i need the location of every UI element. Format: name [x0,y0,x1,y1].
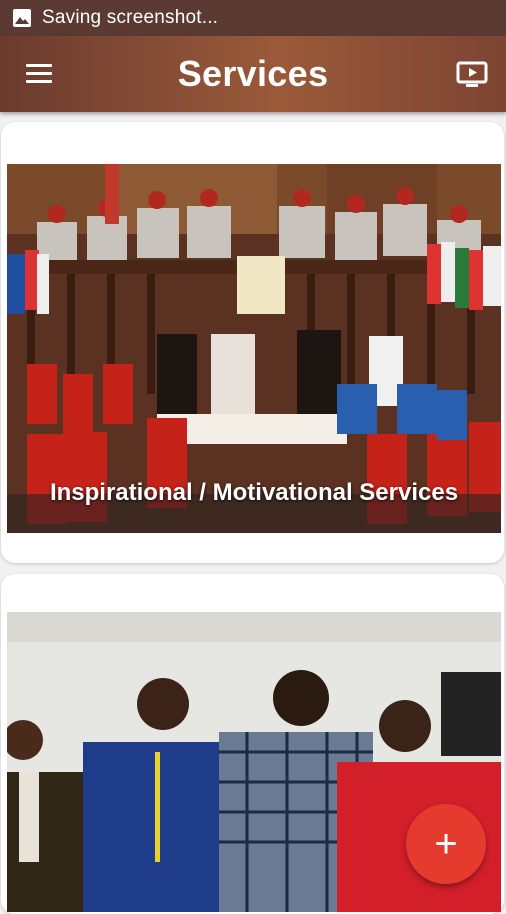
service-photo-choir: Inspirational / Motivational Services [7,164,501,533]
service-caption: Inspirational / Motivational Services [49,479,459,506]
status-text: Saving screenshot... [42,7,219,28]
service-card-inspirational[interactable]: Inspirational / Motivational Services [1,122,504,563]
page-title: Services [177,53,329,94]
plus-icon: + [434,821,458,866]
app-bar: Services [0,36,506,112]
hamburger-menu-icon[interactable] [26,64,52,84]
image-icon [13,9,31,27]
status-bar: Saving screenshot... [0,0,506,36]
add-fab-button[interactable]: + [406,804,486,884]
cast-tv-icon[interactable] [456,60,488,88]
